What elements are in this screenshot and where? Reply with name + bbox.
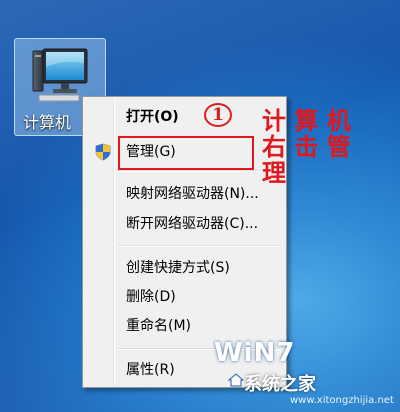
watermark-url: www.xitongzhijia.net [290, 395, 394, 406]
annotation-text-line: 右 击 管 [262, 132, 351, 161]
menu-item-disconnect-network-drive[interactable]: 断开网络驱动器(C)... [86, 211, 283, 237]
menu-item-label: 映射网络驱动器(N)... [126, 186, 259, 202]
menu-item-label: 删除(D) [126, 289, 176, 305]
menu-item-rename[interactable]: 重命名(M) [86, 313, 283, 339]
uac-shield-icon [95, 143, 111, 161]
menu-item-label: 断开网络驱动器(C)... [126, 216, 259, 232]
menu-item-label: 创建快捷方式(S) [126, 260, 230, 276]
watermark-brand: WiN7 [214, 338, 296, 368]
menu-item-open[interactable]: 打开(O) [86, 104, 283, 130]
menu-item-map-network-drive[interactable]: 映射网络驱动器(N)... [86, 181, 283, 207]
menu-item-label: 重命名(M) [126, 318, 192, 334]
menu-item-create-shortcut[interactable]: 创建快捷方式(S) [86, 255, 283, 281]
step-number-marker: 1 [204, 103, 232, 127]
highlight-box [118, 136, 254, 170]
house-logo-icon [228, 373, 244, 387]
menu-separator [117, 170, 281, 172]
menu-separator [117, 245, 281, 247]
watermark-site-name: 系统之家 [244, 374, 316, 395]
menu-item-delete[interactable]: 删除(D) [86, 284, 283, 310]
annotation-text-line: 理 [262, 158, 286, 187]
annotation-text-line: 计 算 机 [262, 106, 351, 135]
menu-item-label: 打开(O) [126, 109, 179, 125]
menu-item-label: 属性(R) [126, 362, 175, 378]
